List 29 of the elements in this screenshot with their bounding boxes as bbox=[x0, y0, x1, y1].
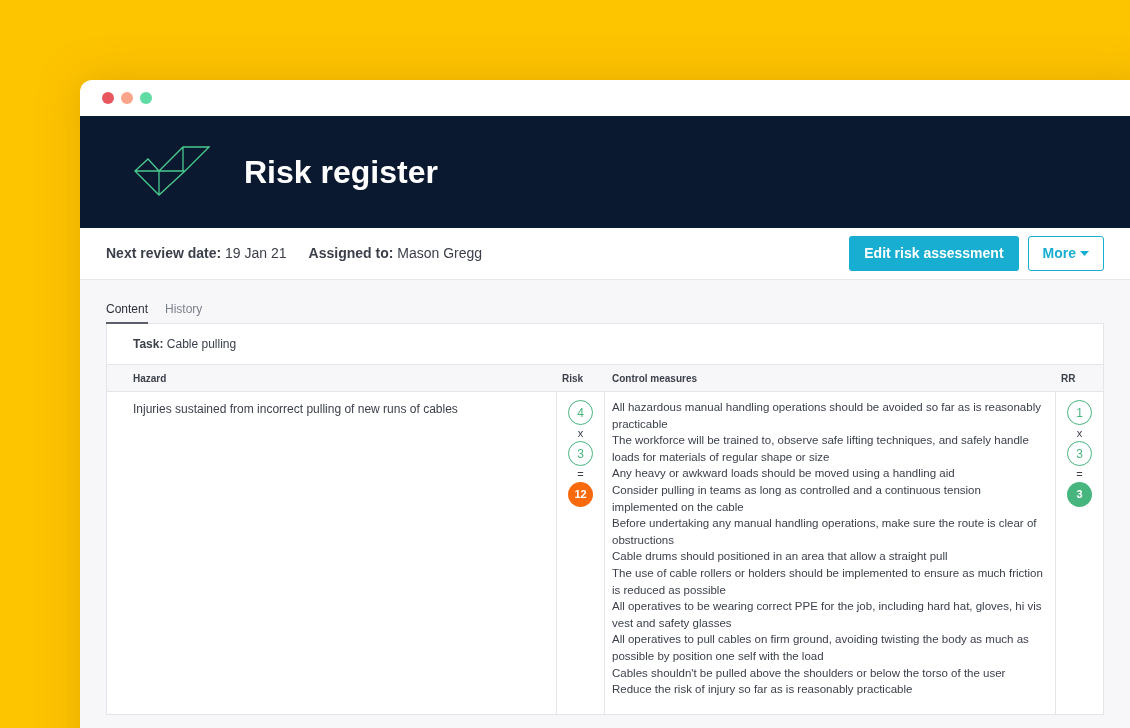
column-header: Hazard bbox=[132, 371, 168, 386]
control-measure: Cables shouldn't be pulled above the shoulders or below the torso of the user bbox=[612, 665, 1007, 681]
caret-icon bbox=[1080, 251, 1089, 256]
more-button[interactable]: More bbox=[1027, 236, 1104, 271]
operator: x bbox=[1076, 426, 1083, 440]
column-header: RR bbox=[1060, 371, 1077, 386]
control-measure: Any heavy or awkward loads should be moved using a handling aid bbox=[612, 466, 956, 482]
operator: = bbox=[1076, 467, 1083, 481]
hazard-text: Injuries sustained from incorrect pulling of new runs of cables bbox=[132, 401, 459, 418]
meta-field: Next review date: 19 Jan 21 bbox=[106, 243, 287, 264]
control-measure: Reduce the risk of injury so far as is reasonably practicable bbox=[612, 682, 914, 698]
control-measure: All operatives to be wearing correct PPE for the job, including hard hat, gloves, hi vis vest and safety glasses bbox=[612, 599, 1043, 631]
control-measure: All operatives to pull cables on firm ground, avoiding twisting the body as much as possible by position one self with the load bbox=[612, 632, 1030, 664]
logo-icon bbox=[134, 146, 210, 198]
meta-field: Assigned to: Mason Gregg bbox=[308, 243, 483, 264]
control-measure: Consider pulling in teams as long as controlled and a continuous tension implemented on the cable bbox=[612, 482, 982, 515]
column-header: Control measures bbox=[611, 371, 699, 386]
edit-button[interactable]: Edit risk assessment bbox=[849, 236, 1019, 271]
control-measure: Cable drums should positioned in an area that allow a straight pull bbox=[612, 549, 949, 565]
control-measure: All hazardous manual handling operations should be avoided so far as is reasonably practicable bbox=[612, 400, 1042, 432]
page-title: Risk register bbox=[244, 153, 438, 192]
operator: = bbox=[577, 467, 584, 481]
column-header: Risk bbox=[561, 371, 585, 386]
control-measure: The use of cable rollers or holders should be implemented to ensure as much friction is reduced as possible bbox=[612, 565, 1044, 598]
control-measure: The workforce will be trained to, observe safe lifting techniques, and safely handle loads for materials of regular shape or size bbox=[612, 433, 1030, 465]
task-label: Task: Cable pulling bbox=[133, 336, 237, 353]
control-measure: Before undertaking any manual handling operations, make sure the route is clear of obstructions bbox=[612, 516, 1038, 548]
tab[interactable]: History bbox=[165, 300, 203, 324]
operator: x bbox=[577, 426, 584, 440]
